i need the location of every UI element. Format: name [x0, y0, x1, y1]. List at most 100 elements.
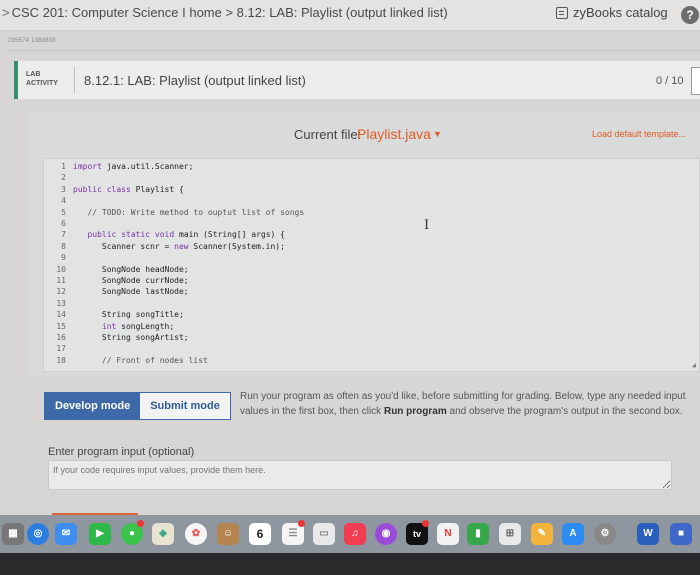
score-label: 0 / 10: [656, 75, 684, 87]
lab-activity-tag: LAB ACTIVITY: [26, 70, 58, 88]
code-text: // Front of nodes list: [73, 355, 208, 365]
code-text: public static void main (String[] args) …: [87, 230, 285, 240]
code-text: public class Playlist {: [73, 184, 184, 194]
divider: [8, 50, 700, 51]
load-default-template-link[interactable]: Load default template...: [592, 129, 686, 139]
code-line[interactable]: 11 SongNode currNode;: [44, 276, 684, 286]
code-text: SongNode headNode;: [73, 264, 189, 274]
submit-mode-button[interactable]: Submit mode: [140, 393, 230, 419]
news-icon[interactable]: N: [437, 523, 459, 545]
code-line[interactable]: 5 // TODO: Write method to ouptut list o…: [44, 208, 684, 218]
word-label: W: [643, 528, 653, 539]
breadcrumb-text[interactable]: CSC 201: Computer Science I home > 8.12:…: [12, 5, 448, 20]
code-line[interactable]: 6: [44, 219, 684, 229]
current-file-label: Current file:: [294, 127, 362, 142]
safari-icon[interactable]: ◎: [27, 523, 49, 545]
line-number: 18: [56, 355, 66, 365]
line-number: 2: [61, 173, 66, 183]
notes-icon[interactable]: ▭: [313, 523, 335, 545]
line-number: 5: [61, 207, 66, 217]
line-number: 13: [56, 298, 66, 308]
code-line[interactable]: 8 Scanner scnr = new Scanner(System.in);: [44, 242, 684, 252]
lab-tag-line2: ACTIVITY: [26, 80, 58, 87]
line-number: 7: [61, 230, 66, 240]
line-number: 11: [56, 276, 66, 285]
line-number: 4: [61, 196, 66, 206]
run-instructions: Run your program as often as you'd like,…: [240, 389, 690, 419]
app-store-icon[interactable]: A: [562, 523, 584, 545]
chevron-right-icon: >: [2, 5, 10, 20]
launchpad-icon[interactable]: ▦: [2, 523, 24, 545]
pages-icon[interactable]: ✎: [531, 523, 553, 545]
code-line[interactable]: 7 public static void main (String[] args…: [44, 230, 684, 240]
lab-activity-header: LAB ACTIVITY 8.12.1: LAB: Playlist (outp…: [14, 61, 700, 99]
maps-icon[interactable]: ◆: [152, 523, 174, 545]
line-number: 16: [56, 333, 66, 342]
code-text: SongNode currNode;: [73, 276, 189, 285]
line-number: 9: [61, 253, 66, 263]
code-line[interactable]: 15 int songLength;: [44, 322, 684, 332]
contacts-icon[interactable]: ☺: [217, 523, 239, 545]
code-line[interactable]: 18 // Front of nodes list: [44, 356, 684, 366]
mode-toggle: Develop mode Submit mode: [44, 392, 231, 420]
lab-tag-line1: LAB: [26, 71, 41, 78]
facetime-icon[interactable]: ▶: [89, 523, 111, 545]
code-text: int songLength;: [101, 321, 175, 331]
code-text: String songArtist;: [73, 333, 189, 342]
catalog-label: zyBooks catalog: [573, 5, 668, 20]
code-line[interactable]: 4: [44, 196, 684, 206]
top-bar: > CSC 201: Computer Science I home > 8.12…: [0, 0, 700, 31]
line-number: 6: [61, 219, 66, 228]
resize-handle-icon[interactable]: ◢: [692, 361, 696, 369]
code-line[interactable]: 9: [44, 253, 684, 263]
code-line[interactable]: 14 String songTitle;: [44, 310, 684, 320]
breadcrumb[interactable]: > CSC 201: Computer Science I home > 8.12…: [2, 5, 448, 20]
help-icon[interactable]: ?: [681, 6, 699, 24]
mail-icon[interactable]: ✉: [55, 523, 77, 545]
code-text: // TODO: Write method to ouptut list of …: [73, 207, 305, 217]
zybooks-catalog-link[interactable]: zyBooks catalog: [556, 5, 668, 20]
score-box: [691, 67, 700, 95]
code-text: SongNode lastNode;: [73, 287, 189, 297]
line-number: 1: [61, 162, 66, 171]
code-line[interactable]: 12 SongNode lastNode;: [44, 287, 684, 297]
user-id-line: 295574 1388808: [8, 38, 56, 44]
code-line[interactable]: 3 public class Playlist {: [44, 185, 684, 195]
code-line[interactable]: 16 String songArtist;: [44, 333, 684, 343]
current-file-select[interactable]: Playlist.java: [357, 126, 431, 142]
code-text: import java.util.Scanner;: [73, 162, 194, 171]
line-number: 17: [56, 344, 66, 354]
code-line[interactable]: 2: [44, 173, 684, 183]
keynote-icon[interactable]: ⊞: [499, 523, 521, 545]
photos-icon[interactable]: ✿: [185, 523, 207, 545]
lab-title: 8.12.1: LAB: Playlist (output linked lis…: [84, 73, 306, 88]
code-line[interactable]: 1 import java.util.Scanner;: [44, 162, 684, 172]
line-number: 15: [56, 321, 66, 331]
run-help-bold: Run program: [383, 406, 447, 417]
program-input-field[interactable]: [48, 460, 672, 490]
chevron-down-icon[interactable]: ▼: [433, 129, 442, 139]
develop-mode-button[interactable]: Develop mode: [45, 393, 141, 419]
code-line[interactable]: 10 SongNode headNode;: [44, 265, 684, 275]
code-text: Scanner scnr = new Scanner(System.in);: [73, 241, 285, 251]
lab-header-separator: [74, 67, 75, 93]
line-number: 8: [61, 241, 66, 251]
code-line[interactable]: 17: [44, 344, 684, 354]
system-preferences-icon[interactable]: ⚙: [594, 523, 616, 545]
music-icon[interactable]: ♫: [344, 523, 366, 545]
numbers-icon[interactable]: ▮: [467, 523, 489, 545]
line-number: 3: [61, 184, 66, 194]
book-icon: [556, 6, 568, 19]
line-number: 10: [56, 264, 66, 274]
file-bar: Current file: Playlist.java ▼ Load defau…: [28, 112, 700, 156]
calendar-icon[interactable]: 6: [249, 523, 271, 545]
calendar-day: 6: [256, 527, 264, 541]
line-number: 14: [56, 310, 66, 320]
podcasts-icon[interactable]: ◉: [375, 523, 397, 545]
program-input-label: Enter program input (optional): [48, 446, 195, 458]
zoom-icon[interactable]: ■: [670, 523, 692, 545]
word-icon[interactable]: W: [637, 523, 659, 545]
code-line[interactable]: 13: [44, 299, 684, 309]
notification-badge: [137, 520, 144, 527]
code-editor[interactable]: 1 import java.util.Scanner; 2 3 public class…: [43, 158, 700, 372]
